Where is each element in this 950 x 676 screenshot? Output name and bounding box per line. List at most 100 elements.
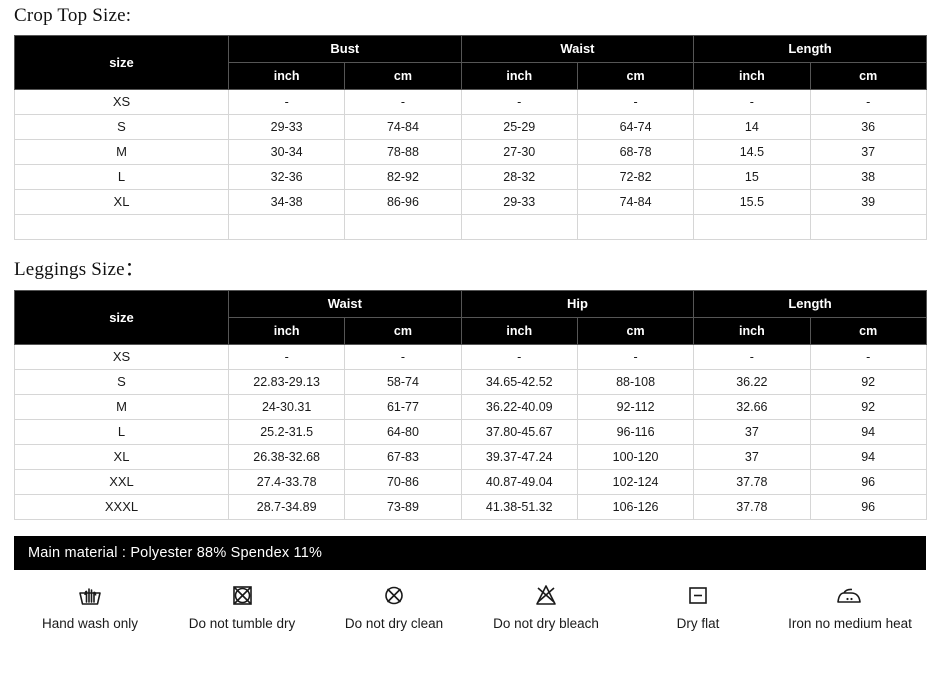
leggings-value-cell: 92-112	[576, 394, 695, 420]
crop-top-group-header-bust: Bust	[228, 35, 462, 63]
crop_top-value-cell: 29-33	[227, 114, 346, 140]
crop-top-size-table: size Bust Waist Length inch cm inch cm i…	[14, 35, 927, 240]
leggings-value-cell: 22.83-29.13	[227, 369, 346, 395]
table-row: S 22.83-29.13 58-74 34.65-42.52 88-108 36.22 9…	[14, 369, 927, 395]
crop_top-size-cell: XL	[14, 189, 229, 215]
leggings-size-cell: XXL	[14, 469, 229, 495]
table-row: XS - - - - - -	[14, 89, 927, 115]
crop-top-unit-length-cm: cm	[809, 62, 927, 90]
table-row: S 29-33 74-84 25-29 64-74 14 36	[14, 114, 927, 140]
crop-top-unit-length-inch: inch	[693, 62, 811, 90]
crop_top-size-cell: XS	[14, 89, 229, 115]
crop_top-value-cell	[576, 214, 695, 240]
leggings-value-cell: 37	[693, 419, 811, 445]
leggings-value-cell: -	[693, 344, 811, 370]
crop_top-value-cell: 15	[693, 164, 811, 190]
leggings-value-cell: 100-120	[576, 444, 695, 470]
leggings-value-cell: 41.38-51.32	[460, 494, 578, 520]
crop_top-value-cell: 78-88	[344, 139, 462, 165]
leggings-unit-hip-cm: cm	[576, 317, 695, 345]
leggings-value-cell: 36.22-40.09	[460, 394, 578, 420]
table-row	[14, 214, 927, 240]
table-row: XL 34-38 86-96 29-33 74-84 15.5 39	[14, 189, 927, 215]
leggings-value-cell: 67-83	[344, 444, 462, 470]
table-row: M 24-30.31 61-77 36.22-40.09 92-112 32.66 92	[14, 394, 927, 420]
crop_top-size-cell: M	[14, 139, 229, 165]
crop_top-size-cell: L	[14, 164, 229, 190]
crop_top-value-cell: 36	[809, 114, 927, 140]
leggings-value-cell: -	[576, 344, 695, 370]
crop-top-unit-bust-cm: cm	[344, 62, 462, 90]
leggings-value-cell: 102-124	[576, 469, 695, 495]
size-chart-page: Crop Top Size: size Bust Waist Length in…	[0, 0, 950, 676]
care-label: Iron no medium heat	[788, 616, 912, 631]
table-row: L 25.2-31.5 64-80 37.80-45.67 96-116 37 94	[14, 419, 927, 445]
leggings-value-cell: 36.22	[693, 369, 811, 395]
hand-wash-icon	[77, 582, 103, 610]
crop_top-value-cell: 68-78	[576, 139, 695, 165]
crop_top-value-cell: 32-36	[227, 164, 346, 190]
crop-top-section-title: Crop Top Size:	[14, 5, 132, 26]
leggings-value-cell: 24-30.31	[227, 394, 346, 420]
leggings-group-header-waist: Waist	[228, 290, 462, 318]
crop_top-value-cell: -	[344, 89, 462, 115]
crop_top-value-cell: 72-82	[576, 164, 695, 190]
leggings-value-cell: 28.7-34.89	[227, 494, 346, 520]
leggings-value-cell: 37.80-45.67	[460, 419, 578, 445]
care-item: Do not tumble dry	[166, 582, 318, 631]
care-label: Do not tumble dry	[188, 616, 296, 631]
table-row: M 30-34 78-88 27-30 68-78 14.5 37	[14, 139, 927, 165]
crop-top-unit-waist-cm: cm	[576, 62, 695, 90]
crop-top-size-column-header: size	[14, 35, 229, 90]
leggings-value-cell: 92	[809, 394, 927, 420]
leggings-value-cell: 25.2-31.5	[227, 419, 346, 445]
leggings-size-cell: XS	[14, 344, 229, 370]
leggings-value-cell: 32.66	[693, 394, 811, 420]
leggings-group-header-row: size Waist Hip Length	[14, 290, 927, 345]
leggings-group-header-hip: Hip	[460, 290, 695, 318]
leggings-value-cell: 96	[809, 469, 927, 495]
crop_top-value-cell: 74-84	[344, 114, 462, 140]
crop_top-value-cell: 28-32	[460, 164, 578, 190]
leggings-value-cell: -	[344, 344, 462, 370]
leggings-value-cell: 37.78	[693, 494, 811, 520]
crop_top-value-cell: 86-96	[344, 189, 462, 215]
leggings-value-cell: -	[460, 344, 578, 370]
leggings-size-table: size Waist Hip Length inch cm inch cm in…	[14, 290, 927, 520]
main-material-banner: Main material : Polyester 88% Spendex 11…	[14, 536, 926, 570]
leggings-value-cell: 88-108	[576, 369, 695, 395]
crop_top-size-cell	[14, 214, 229, 240]
leggings-value-cell: 73-89	[344, 494, 462, 520]
care-label: Hand wash only	[41, 616, 139, 631]
crop_top-value-cell	[460, 214, 578, 240]
leggings-size-cell: M	[14, 394, 229, 420]
leggings-unit-waist-cm: cm	[344, 317, 462, 345]
leggings-unit-hip-inch: inch	[460, 317, 578, 345]
crop-top-group-header-row: size Bust Waist Length	[14, 35, 927, 90]
leggings-value-cell: -	[809, 344, 927, 370]
leggings-table-body: XS - - - - - - S 22.83-29.13 58-74 34.65-42.52 88-1…	[14, 344, 927, 520]
crop-top-unit-bust-inch: inch	[227, 62, 346, 90]
leggings-value-cell: 96	[809, 494, 927, 520]
table-row: L 32-36 82-92 28-32 72-82 15 38	[14, 164, 927, 190]
no-bleach-icon	[533, 582, 559, 610]
leggings-value-cell: 61-77	[344, 394, 462, 420]
table-row: XL 26.38-32.68 67-83 39.37-47.24 100-120 37 94	[14, 444, 927, 470]
leggings-group-header-length: Length	[693, 290, 927, 318]
crop-top-group-header-length: Length	[693, 35, 927, 63]
iron-medium-heat-icon	[835, 582, 865, 610]
crop_top-value-cell: 15.5	[693, 189, 811, 215]
leggings-value-cell: 26.38-32.68	[227, 444, 346, 470]
leggings-unit-length-cm: cm	[809, 317, 927, 345]
crop_top-value-cell: 74-84	[576, 189, 695, 215]
leggings-value-cell: 40.87-49.04	[460, 469, 578, 495]
leggings-size-cell: S	[14, 369, 229, 395]
care-item: Hand wash only	[14, 582, 166, 631]
leggings-size-cell: L	[14, 419, 229, 445]
crop_top-value-cell: -	[809, 89, 927, 115]
crop_top-value-cell	[809, 214, 927, 240]
crop_top-value-cell: 27-30	[460, 139, 578, 165]
care-item: Do not dry clean	[318, 582, 470, 631]
leggings-value-cell: 92	[809, 369, 927, 395]
crop_top-value-cell	[693, 214, 811, 240]
